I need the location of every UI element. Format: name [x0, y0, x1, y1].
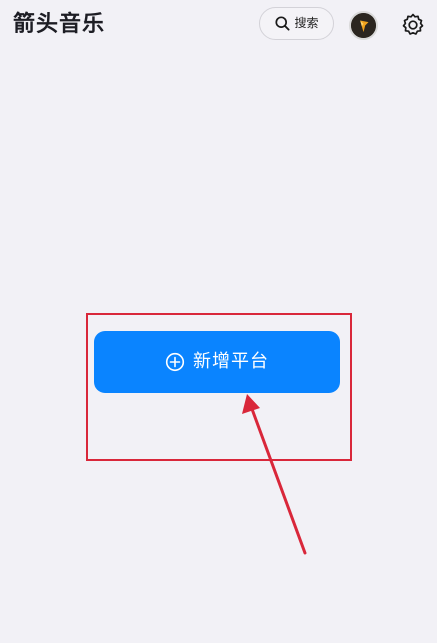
avatar[interactable] — [349, 11, 378, 40]
search-label: 搜索 — [294, 16, 319, 30]
add-platform-label: 新增平台 — [193, 351, 269, 372]
plus-circle-icon — [165, 352, 185, 372]
avatar-icon — [351, 13, 376, 38]
add-platform-button[interactable]: 新增平台 — [94, 331, 340, 393]
app-screen: 箭头音乐 搜索 新增平台 — [0, 0, 437, 643]
search-icon — [275, 16, 291, 31]
settings-button[interactable] — [400, 12, 426, 38]
search-button[interactable]: 搜索 — [259, 7, 334, 40]
app-title: 箭头音乐 — [13, 12, 106, 37]
gear-icon — [402, 13, 424, 35]
